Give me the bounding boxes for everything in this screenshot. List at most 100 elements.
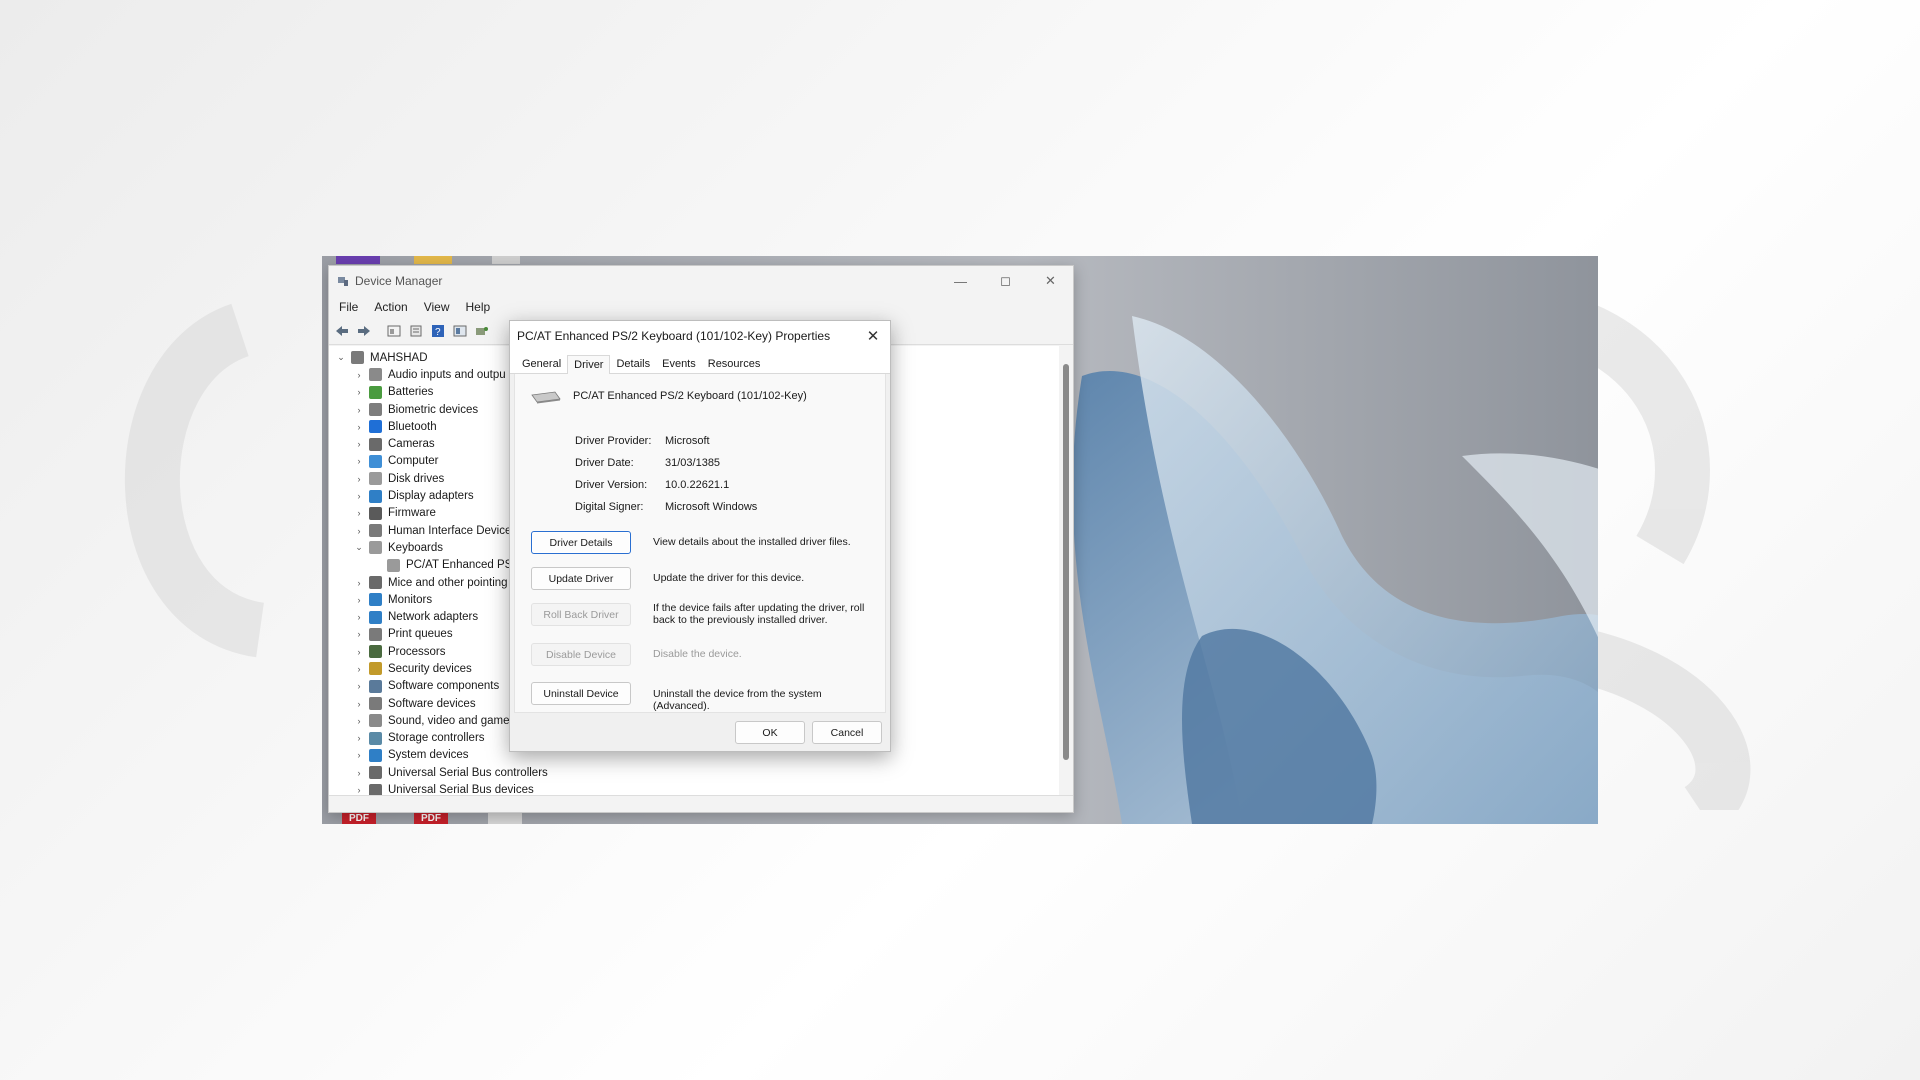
tree-item-label: Firmware [388,507,436,520]
chevron-right-icon[interactable]: › [353,370,365,380]
menu-file[interactable]: File [339,300,358,314]
chevron-right-icon[interactable]: › [353,768,365,778]
device-category-icon [369,541,382,555]
device-category-icon [369,627,382,641]
driver-tab-panel: PC/AT Enhanced PS/2 Keyboard (101/102-Ke… [514,374,886,713]
help-icon[interactable]: ? [429,322,447,340]
device-category-icon [369,420,382,434]
ok-button[interactable]: OK [735,721,805,744]
chevron-right-icon[interactable]: › [353,681,365,691]
chevron-down-icon[interactable]: ⌄ [335,352,347,363]
prop-key: Digital Signer: [575,501,644,513]
chevron-right-icon[interactable]: › [353,664,365,674]
chevron-right-icon[interactable]: › [353,785,365,795]
update-driver-button[interactable]: Update Driver [531,567,631,590]
tree-item-label: Monitors [388,593,433,606]
chevron-right-icon[interactable]: › [353,750,365,760]
update-view-icon[interactable] [451,322,469,340]
tree-item-label: Print queues [388,628,453,641]
back-arrow-icon[interactable] [333,322,351,340]
tree-item-label: Security devices [388,662,472,675]
minimize-icon[interactable]: — [938,266,983,296]
device-manager-titlebar[interactable]: Device Manager — ◻ ✕ [329,266,1073,296]
menu-bar: File Action View Help [329,296,1073,318]
roll-back-driver-button[interactable]: Roll Back Driver [531,603,631,626]
menu-view[interactable]: View [424,300,450,314]
chevron-down-icon[interactable]: ⌄ [353,542,365,553]
pdf-file-icon[interactable]: PDF [414,812,448,824]
prop-driver-provider: Driver Provider: Microsoft [575,430,757,452]
show-hide-tree-icon[interactable] [385,322,403,340]
device-category-icon [369,610,382,624]
device-category-icon [369,437,382,451]
tree-item-label: PC/AT Enhanced PS/2 [406,559,522,572]
prop-digital-signer: Digital Signer: Microsoft Windows [575,496,757,518]
chevron-right-icon[interactable]: › [353,405,365,415]
chevron-right-icon[interactable]: › [353,733,365,743]
chevron-right-icon[interactable]: › [353,474,365,484]
desktop-screenshot: PDF PDF Device Manager — ◻ ✕ File Action… [322,256,1598,824]
chevron-right-icon[interactable]: › [353,595,365,605]
device-category-icon [369,731,382,745]
chevron-right-icon[interactable]: › [353,526,365,536]
tree-item[interactable]: › Universal Serial Bus devices [329,781,1059,796]
chevron-right-icon[interactable]: › [353,387,365,397]
tree-item-label: Sound, video and game [388,714,510,727]
prop-value: 10.0.22621.1 [665,479,730,491]
tree-item[interactable]: › Universal Serial Bus controllers [329,764,1059,781]
chevron-right-icon[interactable]: › [353,439,365,449]
device-category-icon [369,506,382,520]
tree-item-label: Biometric devices [388,403,479,416]
file-icon[interactable] [488,812,522,824]
pdf-file-icon[interactable]: PDF [342,812,376,824]
device-category-icon [369,524,382,538]
maximize-icon[interactable]: ◻ [983,266,1028,296]
tree-item-label: Mice and other pointing [388,576,508,589]
driver-properties: Driver Provider: Microsoft Driver Date: 31… [575,430,757,518]
tab-driver[interactable]: Driver [567,355,611,374]
chevron-right-icon[interactable]: › [353,647,365,657]
forward-arrow-icon[interactable] [355,322,373,340]
chevron-right-icon[interactable]: › [353,699,365,709]
close-icon[interactable]: ✕ [862,325,884,347]
status-bar [329,795,1073,812]
uninstall-device-button[interactable]: Uninstall Device [531,682,631,705]
dialog-titlebar[interactable]: PC/AT Enhanced PS/2 Keyboard (101/102-Ke… [510,321,890,351]
disable-device-desc: Disable the device. [653,648,742,660]
tree-item-label: System devices [388,749,469,762]
cancel-button[interactable]: Cancel [812,721,882,744]
chevron-right-icon[interactable]: › [353,508,365,518]
tab-events[interactable]: Events [656,355,702,373]
close-icon[interactable]: ✕ [1028,266,1073,296]
device-category-icon [369,403,382,417]
device-category-icon [369,576,382,589]
driver-details-button[interactable]: Driver Details [531,531,631,554]
device-category-icon [369,472,382,486]
tab-resources[interactable]: Resources [702,355,767,373]
disable-device-button[interactable]: Disable Device [531,643,631,666]
menu-action[interactable]: Action [374,300,407,314]
tree-scrollbar[interactable] [1062,364,1070,764]
tab-general[interactable]: General [516,355,567,373]
device-category-icon [369,679,382,693]
chevron-right-icon[interactable]: › [353,612,365,622]
device-category-icon [369,766,382,780]
scan-hardware-icon[interactable] [473,322,491,340]
properties-dialog: PC/AT Enhanced PS/2 Keyboard (101/102-Ke… [509,320,891,752]
chevron-right-icon[interactable]: › [353,629,365,639]
properties-icon[interactable] [407,322,425,340]
chevron-right-icon[interactable]: › [353,578,365,588]
tree-item-label: MAHSHAD [370,351,428,364]
roll-back-driver-desc: If the device fails after updating the d… [653,602,865,626]
tab-strip: General Driver Details Events Resources [510,351,890,374]
prop-key: Driver Version: [575,479,648,491]
prop-key: Driver Date: [575,457,634,469]
menu-help[interactable]: Help [466,300,491,314]
chevron-right-icon[interactable]: › [353,456,365,466]
chevron-right-icon[interactable]: › [353,491,365,501]
chevron-right-icon[interactable]: › [353,716,365,726]
tab-details[interactable]: Details [610,355,656,373]
device-manager-title: Device Manager [355,274,443,288]
tree-item-label: Batteries [388,386,434,399]
chevron-right-icon[interactable]: › [353,422,365,432]
